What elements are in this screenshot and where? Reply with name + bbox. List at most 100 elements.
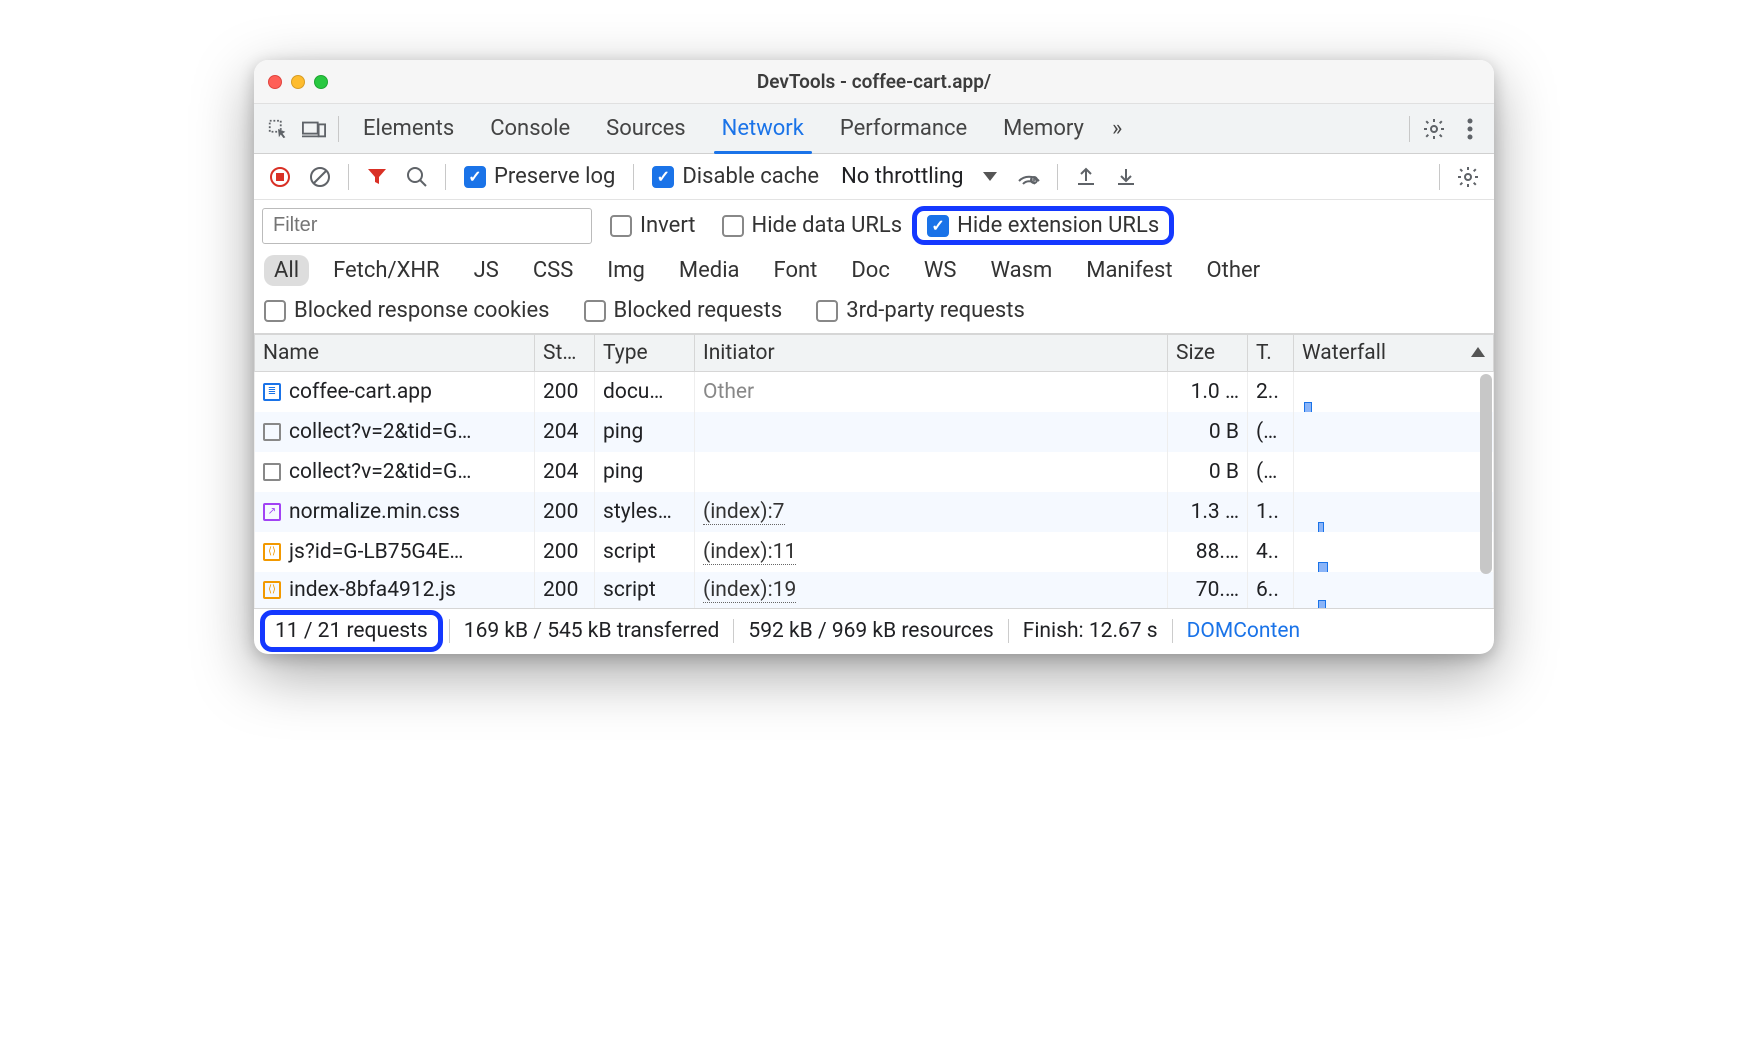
type-chip-css[interactable]: CSS [523,255,583,286]
request-time: 6.. [1248,572,1294,608]
throttling-select[interactable]: No throttling [831,164,1007,189]
status-code: 200 [535,532,595,572]
type-chip-wasm[interactable]: Wasm [980,255,1062,286]
third-party-checkbox[interactable]: 3rd-party requests [808,298,1033,323]
tab-console[interactable]: Console [472,104,588,154]
ping-file-icon [263,463,281,481]
col-initiator[interactable]: Initiator [695,335,1168,372]
divider [633,164,634,190]
css-file-icon: ↗ [263,503,281,521]
table-row[interactable]: collect?v=2&tid=G…204ping0 B(… [255,412,1494,452]
request-type: docu… [595,372,695,412]
request-type: script [595,572,695,608]
col-waterfall[interactable]: Waterfall [1294,335,1494,372]
type-chip-manifest[interactable]: Manifest [1076,255,1182,286]
type-chip-fetchxhr[interactable]: Fetch/XHR [323,255,450,286]
type-chip-js[interactable]: JS [464,255,509,286]
title-bar: DevTools - coffee-cart.app/ [254,60,1494,104]
waterfall-bar [1318,562,1328,572]
inspect-element-icon[interactable] [260,111,296,147]
clear-icon[interactable] [302,159,338,195]
status-code: 200 [535,492,595,532]
request-size: 0 B [1168,412,1248,452]
checkbox-icon [464,166,486,188]
blocked-requests-checkbox[interactable]: Blocked requests [576,298,791,323]
throttling-label: No throttling [841,164,963,189]
request-time: (… [1248,452,1294,492]
waterfall-bar [1318,522,1324,532]
disable-cache-checkbox[interactable]: Disable cache [644,164,827,189]
col-status[interactable]: St… [535,335,595,372]
settings-gear-icon[interactable] [1416,111,1452,147]
table-header-row: Name St… Type Initiator Size T. Waterfal… [255,335,1494,372]
divider [348,164,349,190]
table-row[interactable]: ⟨⟩index-8bfa4912.js200script(index):1970… [255,572,1494,608]
waterfall-bar [1318,600,1326,608]
request-name: index-8bfa4912.js [289,578,456,602]
third-party-label: 3rd-party requests [846,298,1025,323]
js-file-icon: ⟨⟩ [263,543,281,561]
request-name: js?id=G-LB75G4E… [289,540,463,564]
col-size[interactable]: Size [1168,335,1248,372]
tab-sources[interactable]: Sources [588,104,704,154]
window-title: DevTools - coffee-cart.app/ [254,70,1494,93]
filter-input[interactable] [262,208,592,244]
record-button-icon[interactable] [262,159,298,195]
col-name[interactable]: Name [255,335,535,372]
col-time[interactable]: T. [1248,335,1294,372]
js-file-icon: ⟨⟩ [263,581,281,599]
tab-elements[interactable]: Elements [345,104,472,154]
hide-data-urls-label: Hide data URLs [752,213,903,238]
table-row[interactable]: collect?v=2&tid=G…204ping0 B(… [255,452,1494,492]
more-tabs-button[interactable]: » [1102,104,1132,154]
kebab-menu-icon[interactable] [1452,111,1488,147]
table-row[interactable]: ≣coffee-cart.app200docu…Other1.0 …2.. [255,372,1494,412]
download-har-icon[interactable] [1108,159,1144,195]
checkbox-icon [652,166,674,188]
domcontentloaded-link[interactable]: DOMConten [1172,619,1314,643]
preserve-log-label: Preserve log [494,164,615,189]
request-time: 2.. [1248,372,1294,412]
upload-har-icon[interactable] [1068,159,1104,195]
tab-performance[interactable]: Performance [822,104,985,154]
request-time: 1.. [1248,492,1294,532]
type-chip-other[interactable]: Other [1197,255,1271,286]
device-toolbar-icon[interactable] [296,111,332,147]
search-icon[interactable] [399,159,435,195]
filter-funnel-icon[interactable] [359,159,395,195]
request-time: (… [1248,412,1294,452]
table-row[interactable]: ↗normalize.min.css200styles…(index):71.3… [255,492,1494,532]
blocked-requests-label: Blocked requests [614,298,783,323]
type-chip-media[interactable]: Media [669,255,750,286]
initiator-link[interactable]: (index):19 [703,578,796,603]
invert-checkbox[interactable]: Invert [602,213,704,238]
checkbox-icon [610,215,632,237]
initiator-link[interactable]: (index):7 [703,500,785,525]
blocked-cookies-checkbox[interactable]: Blocked response cookies [264,298,558,323]
preserve-log-checkbox[interactable]: Preserve log [456,164,623,189]
devtools-window: DevTools - coffee-cart.app/ ElementsCons… [254,60,1494,654]
col-type[interactable]: Type [595,335,695,372]
request-type: styles… [595,492,695,532]
type-chip-img[interactable]: Img [597,255,655,286]
requests-table: Name St… Type Initiator Size T. Waterfal… [254,334,1494,608]
network-conditions-icon[interactable] [1011,159,1047,195]
doc-file-icon: ≣ [263,383,281,401]
table-row[interactable]: ⟨⟩js?id=G-LB75G4E…200script(index):1188.… [255,532,1494,572]
request-type: ping [595,412,695,452]
checkbox-icon [584,300,606,322]
type-chip-doc[interactable]: Doc [841,255,900,286]
vertical-scrollbar[interactable] [1480,374,1492,574]
network-settings-gear-icon[interactable] [1450,159,1486,195]
hide-data-urls-checkbox[interactable]: Hide data URLs [714,213,903,238]
tab-memory[interactable]: Memory [985,104,1102,154]
type-chip-all[interactable]: All [264,255,309,286]
request-size: 0 B [1168,452,1248,492]
tab-network[interactable]: Network [704,104,822,154]
initiator-link[interactable]: (index):11 [703,540,796,565]
type-chip-ws[interactable]: WS [914,255,967,286]
type-chip-font[interactable]: Font [764,255,828,286]
sort-asc-icon [1471,347,1485,357]
hide-extension-urls-checkbox[interactable]: Hide extension URLs [923,213,1163,238]
request-name: normalize.min.css [289,500,460,524]
